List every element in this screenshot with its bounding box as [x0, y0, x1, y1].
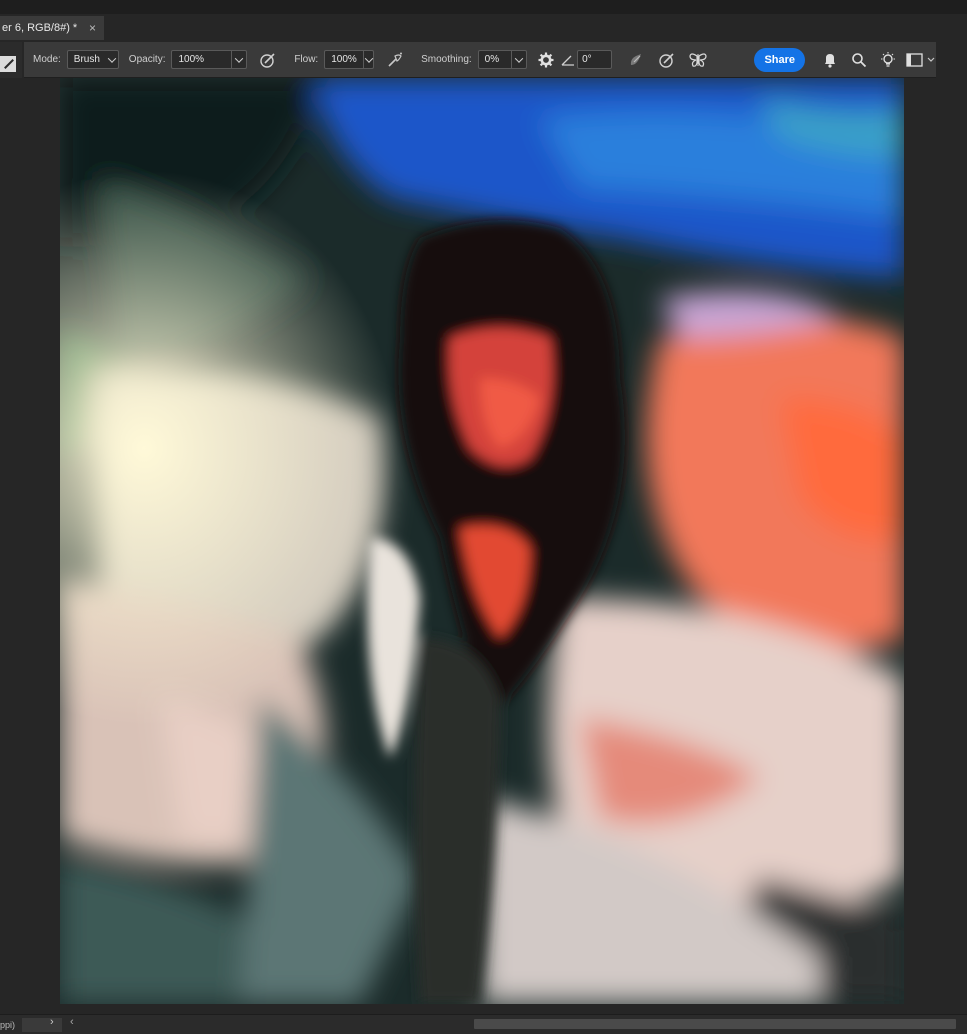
- mode-value: Brush: [73, 54, 100, 65]
- flow-field[interactable]: 100%: [324, 50, 375, 69]
- app-top-strip: [0, 0, 967, 14]
- symmetry-icon[interactable]: [687, 49, 708, 71]
- angle-icon: [560, 49, 575, 71]
- angle-value: 0°: [582, 54, 592, 65]
- smoothing-label: Smoothing:: [421, 54, 472, 65]
- flow-value: 100%: [331, 54, 357, 65]
- chevron-down-icon[interactable]: [231, 51, 246, 68]
- opacity-value: 100%: [178, 54, 205, 65]
- workspace-panel-icon[interactable]: [906, 49, 936, 71]
- vertical-scroll-area[interactable]: [936, 78, 967, 1014]
- flow-label: Flow:: [294, 54, 319, 65]
- document-tab-bar: [0, 14, 967, 40]
- pressure-size-icon[interactable]: [626, 49, 647, 71]
- opacity-label: Opacity:: [128, 54, 166, 65]
- horizontal-scrollbar[interactable]: [474, 1019, 956, 1029]
- notification-bell-icon[interactable]: [819, 49, 840, 71]
- chevron-left-icon[interactable]: ‹: [70, 1016, 74, 1028]
- zoom-readout: ppi): [0, 1020, 16, 1030]
- discover-lightbulb-icon[interactable]: [877, 49, 898, 71]
- mode-select[interactable]: Brush: [66, 50, 119, 69]
- options-bar: Mode: Brush Opacity: 100% Flow: 100% Smo…: [24, 42, 936, 78]
- status-bar: ppi) › ‹: [0, 1014, 967, 1034]
- chevron-down-icon[interactable]: [362, 51, 373, 68]
- opacity-field[interactable]: 100%: [171, 50, 248, 69]
- pressure-opacity-icon[interactable]: [257, 49, 278, 71]
- smoothing-field[interactable]: 0%: [477, 50, 528, 69]
- smoothing-value: 0%: [484, 54, 500, 65]
- document-tab-title: er 6, RGB/8#) *: [2, 22, 78, 34]
- tool-preset-picker[interactable]: [0, 42, 22, 78]
- close-icon[interactable]: ×: [89, 21, 96, 35]
- share-button[interactable]: Share: [754, 47, 806, 72]
- chevron-down-icon: [106, 51, 118, 68]
- mode-label: Mode:: [33, 54, 61, 65]
- angle-field[interactable]: 0°: [577, 50, 612, 69]
- chevron-down-icon[interactable]: [511, 51, 526, 68]
- search-icon[interactable]: [848, 49, 869, 71]
- eraser-tool-icon: [0, 56, 16, 72]
- brush-pressure-icon[interactable]: [656, 49, 677, 71]
- document-tab[interactable]: er 6, RGB/8#) * ×: [0, 16, 104, 40]
- status-info-toggle[interactable]: [22, 1018, 62, 1032]
- chevron-right-icon[interactable]: ›: [50, 1016, 54, 1028]
- airbrush-icon[interactable]: [384, 49, 405, 71]
- settings-gear-icon[interactable]: [535, 49, 556, 71]
- canvas-artwork[interactable]: [60, 78, 904, 1004]
